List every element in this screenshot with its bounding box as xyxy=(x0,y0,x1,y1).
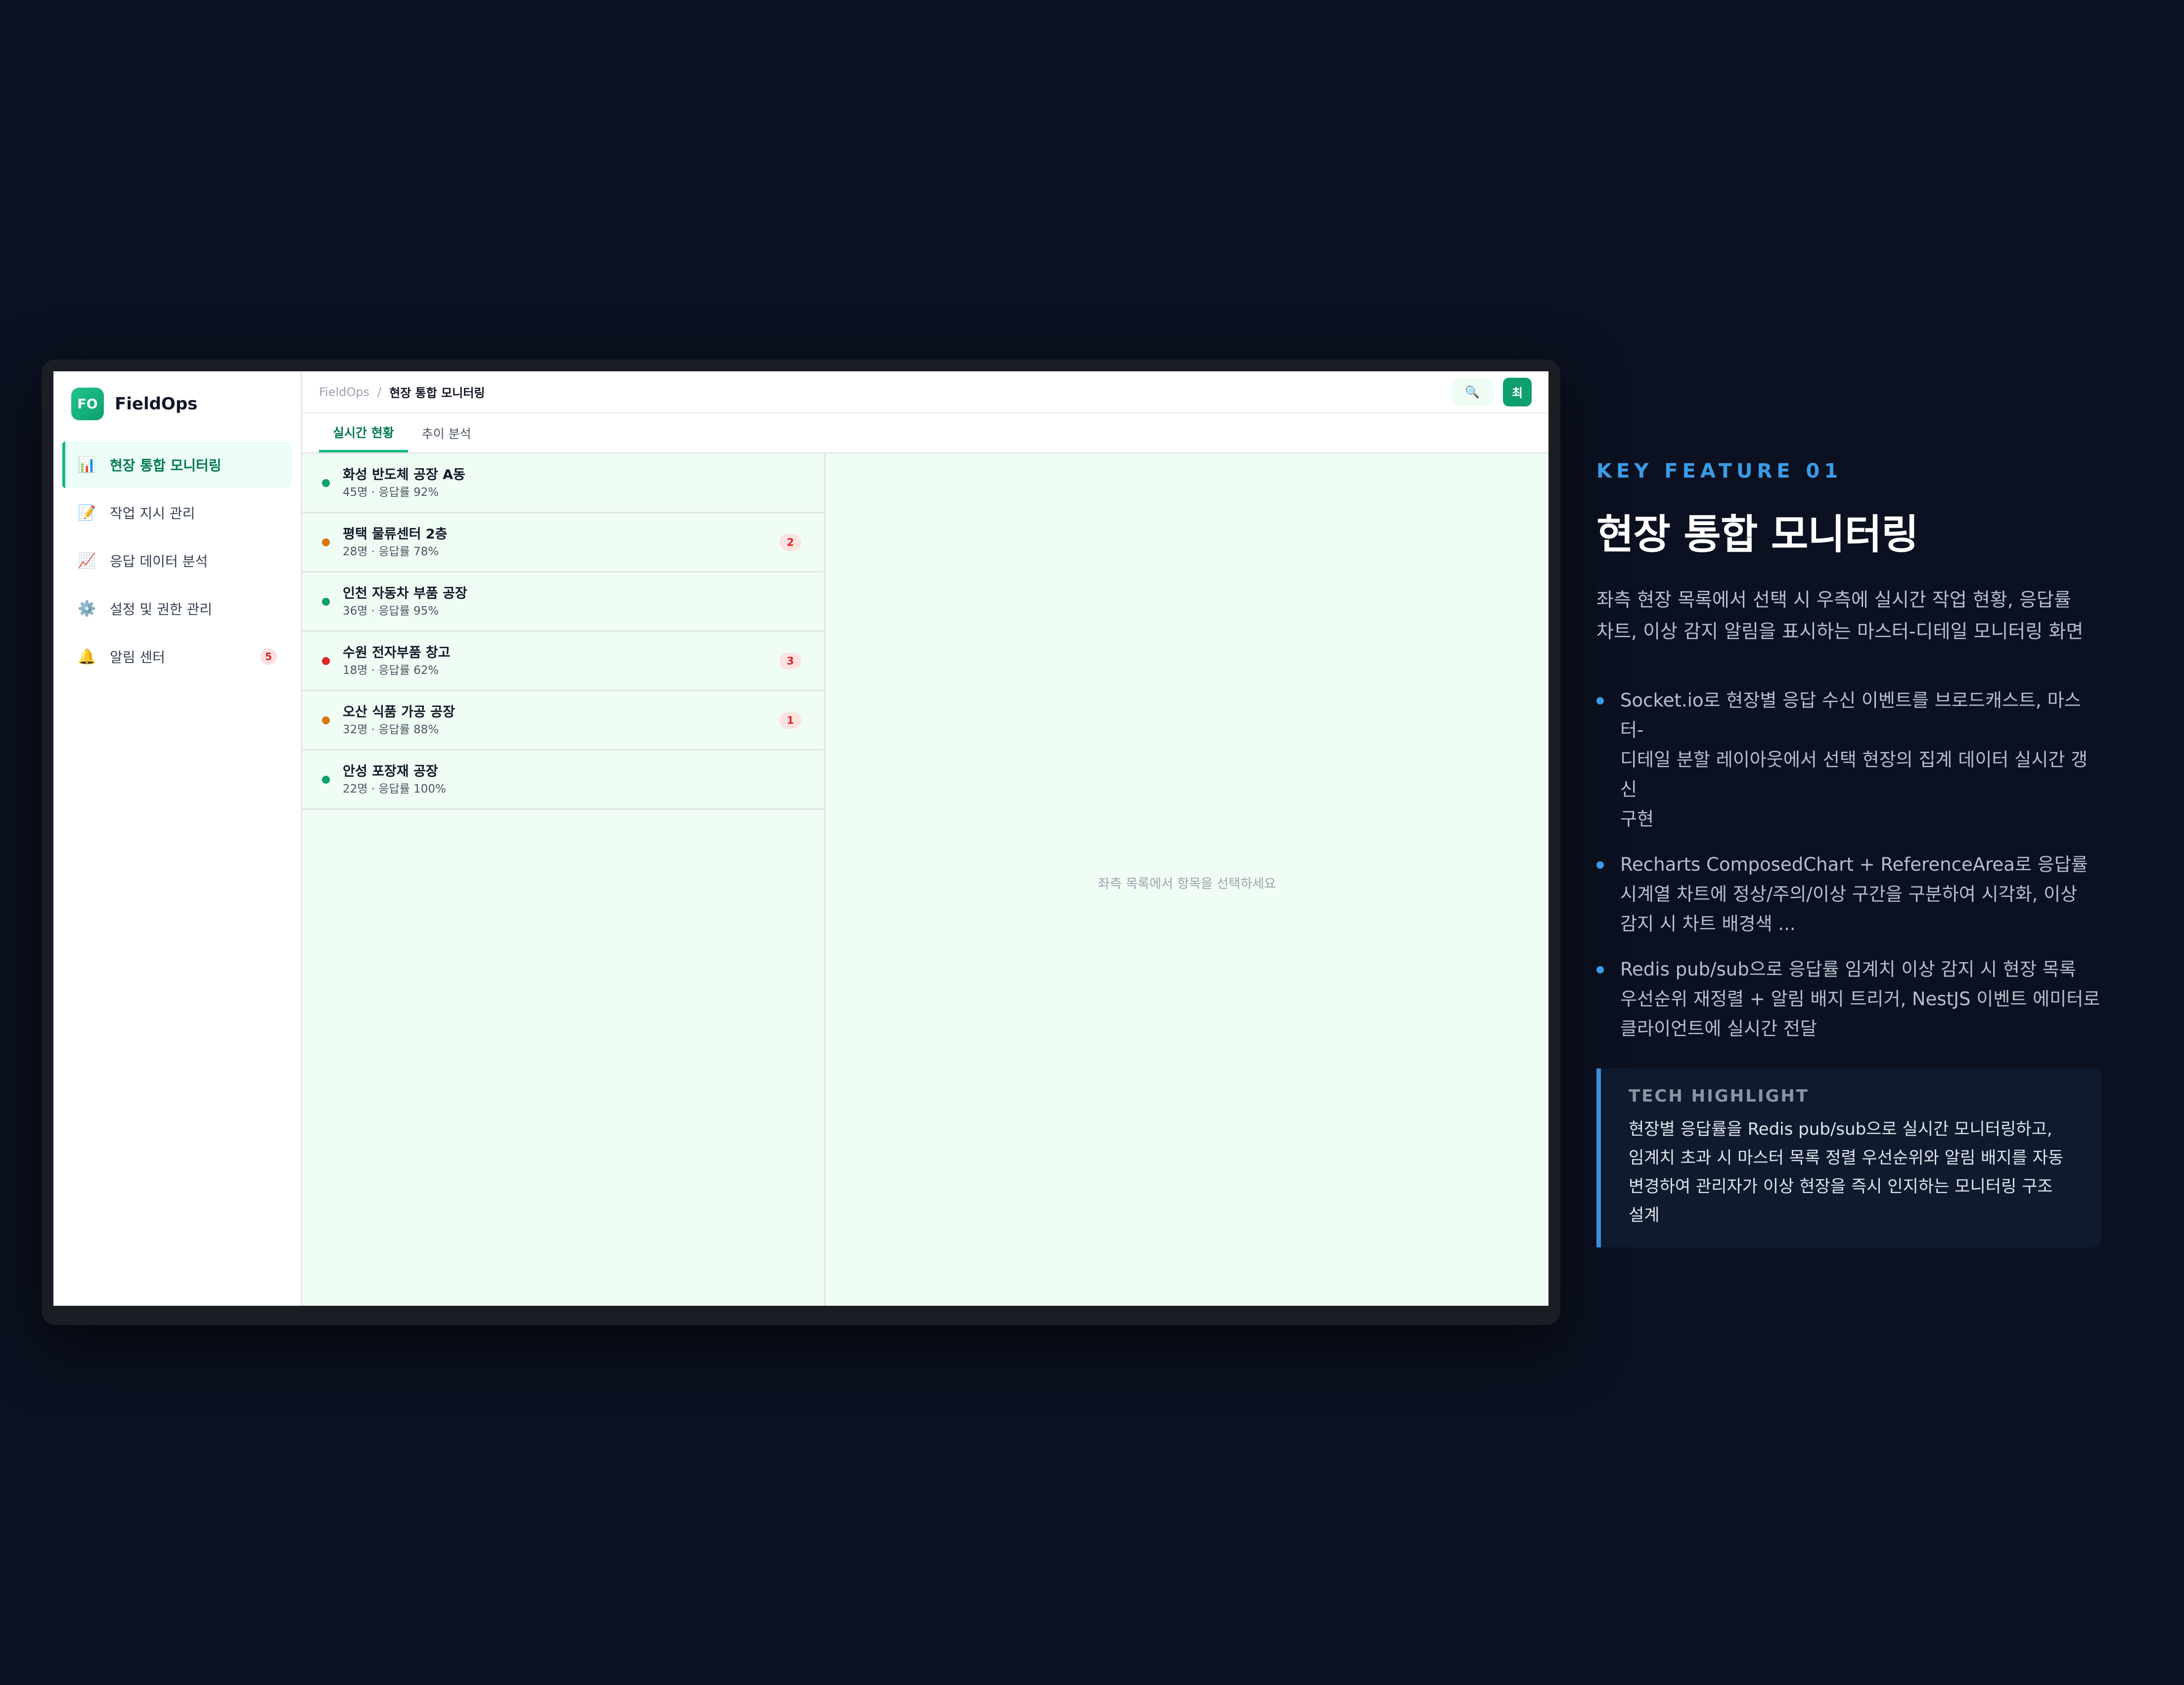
site-list-item[interactable]: 인천 자동차 부품 공장 36명 · 응답률 95% xyxy=(302,573,824,632)
memo-icon: 📝 xyxy=(78,504,96,522)
breadcrumb-separator: / xyxy=(377,385,382,399)
sidebar-item-work-orders[interactable]: 📝 작업 지시 관리 xyxy=(62,489,292,536)
sidebar-item-settings[interactable]: ⚙️ 설정 및 권한 관리 xyxy=(62,585,292,632)
master-detail: 화성 반도체 공장 A동 45명 · 응답률 92% 평택 물류센터 2층 28명 ·… xyxy=(302,454,1548,1306)
site-name: 인천 자동차 부품 공장 xyxy=(343,585,467,601)
site-text: 오산 식품 가공 공장 32명 · 응답률 88% xyxy=(343,703,779,738)
sidebar-item-analytics[interactable]: 📈 응답 데이터 분석 xyxy=(62,537,292,584)
feature-description: KEY FEATURE 01 현장 통합 모니터링 좌측 현장 목록에서 선택 … xyxy=(1596,460,2101,1247)
tab-realtime[interactable]: 실시간 현황 xyxy=(319,414,408,452)
topbar: FieldOps / 현장 통합 모니터링 🔍 최 xyxy=(302,371,1548,414)
site-name: 오산 식품 가공 공장 xyxy=(343,704,455,720)
site-meta: 18명 · 응답률 62% xyxy=(343,664,439,677)
gear-icon: ⚙️ xyxy=(78,600,96,618)
bullet-line: Recharts ComposedChart + ReferenceArea로 … xyxy=(1620,854,2088,875)
device-frame: FO FieldOps 📊 현장 통합 모니터링 📝 작업 지시 관리 📈 응답… xyxy=(42,359,1560,1325)
avatar[interactable]: 최 xyxy=(1503,377,1532,406)
site-list-item[interactable]: 화성 반도체 공장 A동 45명 · 응답률 92% xyxy=(302,454,824,513)
sidebar-item-label: 작업 지시 관리 xyxy=(110,505,195,522)
site-text: 수원 전자부품 창고 18명 · 응답률 62% xyxy=(343,644,779,678)
status-dot xyxy=(322,657,330,665)
bullet-line: 우선순위 재정렬 + 알림 배지 트리거, NestJS 이벤트 에미터로 xyxy=(1620,988,2100,1010)
bullet-line: Socket.io로 현장별 응답 수신 이벤트를 브로드캐스트, 마스터- xyxy=(1620,690,2081,741)
alert-count-badge: 3 xyxy=(779,652,801,669)
alert-count-badge: 2 xyxy=(779,533,801,551)
site-meta: 28명 · 응답률 78% xyxy=(343,545,439,558)
tab-bar: 실시간 현황 추이 분석 xyxy=(302,414,1548,454)
breadcrumb-current: 현장 통합 모니터링 xyxy=(389,386,485,400)
site-name: 안성 포장재 공장 xyxy=(343,763,438,779)
empty-state-message: 좌측 목록에서 항목을 선택하세요 xyxy=(1098,877,1276,891)
alert-count-badge: 1 xyxy=(779,711,801,729)
site-list: 화성 반도체 공장 A동 45명 · 응답률 92% 평택 물류센터 2층 28명 ·… xyxy=(302,454,825,1306)
highlight-line: 임계치 초과 시 마스터 목록 정렬 우선순위와 알림 배지를 자동 xyxy=(1629,1148,2064,1168)
bullet-line: Redis pub/sub으로 응답률 임계치 이상 감지 시 현장 목록 xyxy=(1620,959,2076,980)
bell-icon: 🔔 xyxy=(78,648,96,665)
highlight-line: 변경하여 관리자가 이상 현장을 즉시 인지하는 모니터링 구조 xyxy=(1629,1177,2053,1197)
brand[interactable]: FO FieldOps xyxy=(62,371,292,437)
sidebar-item-notifications[interactable]: 🔔 알림 센터 5 xyxy=(62,633,292,680)
bullet-line: 시계열 차트에 정상/주의/이상 구간을 구분하여 시각화, 이상 xyxy=(1620,884,2078,905)
tab-trend[interactable]: 추이 분석 xyxy=(408,414,485,452)
site-text: 인천 자동차 부품 공장 36명 · 응답률 95% xyxy=(343,584,801,619)
highlight-line: 현장별 응답률을 Redis pub/sub으로 실시간 모니터링하고, xyxy=(1629,1119,2052,1139)
site-meta: 32명 · 응답률 88% xyxy=(343,723,439,736)
trend-chart-icon: 📈 xyxy=(78,552,96,570)
status-dot xyxy=(322,716,330,724)
feature-title: 현장 통합 모니터링 xyxy=(1596,511,1919,558)
feature-description-text: 좌측 현장 목록에서 선택 시 우측에 실시간 작업 현황, 응답률 차트, 이… xyxy=(1596,584,2101,647)
status-dot xyxy=(322,775,330,784)
site-list-item[interactable]: 평택 물류센터 2층 28명 · 응답률 78% 2 xyxy=(302,513,824,573)
site-name: 화성 반도체 공장 A동 xyxy=(343,467,465,483)
sidebar-item-label: 설정 및 권한 관리 xyxy=(110,601,213,618)
site-text: 평택 물류센터 2층 28명 · 응답률 78% xyxy=(343,525,779,560)
bullet-line: 감지 시 차트 배경색 ... xyxy=(1620,913,1796,934)
feature-bullet: Redis pub/sub으로 응답률 임계치 이상 감지 시 현장 목록우선순… xyxy=(1596,955,2101,1044)
site-list-item[interactable]: 안성 포장재 공장 22명 · 응답률 100% xyxy=(302,751,824,810)
sidebar-item-label: 응답 데이터 분석 xyxy=(110,553,208,570)
site-meta: 22명 · 응답률 100% xyxy=(343,782,446,796)
description-line: 차트, 이상 감지 알림을 표시하는 마스터-디테일 모니터링 화면 xyxy=(1596,621,2084,642)
search-icon: 🔍 xyxy=(1465,385,1480,399)
site-name: 수원 전자부품 창고 xyxy=(343,645,451,661)
sidebar-nav: 📊 현장 통합 모니터링 📝 작업 지시 관리 📈 응답 데이터 분석 ⚙️ 설… xyxy=(62,442,292,680)
bullet-line: 디테일 분할 레이아웃에서 선택 현장의 집계 데이터 실시간 갱신 xyxy=(1620,749,2088,800)
sidebar: FO FieldOps 📊 현장 통합 모니터링 📝 작업 지시 관리 📈 응답… xyxy=(53,371,302,1306)
tech-highlight-box: TECH HIGHLIGHT 현장별 응답률을 Redis pub/sub으로 … xyxy=(1596,1068,2101,1247)
feature-bullets: Socket.io로 현장별 응답 수신 이벤트를 브로드캐스트, 마스터- 디테… xyxy=(1596,686,2101,1044)
site-text: 화성 반도체 공장 A동 45명 · 응답률 92% xyxy=(343,466,801,500)
bar-chart-icon: 📊 xyxy=(78,456,96,474)
site-list-item[interactable]: 오산 식품 가공 공장 32명 · 응답률 88% 1 xyxy=(302,691,824,751)
highlight-line: 설계 xyxy=(1629,1205,1660,1225)
brand-name: FieldOps xyxy=(115,394,198,414)
main-area: FieldOps / 현장 통합 모니터링 🔍 최 실시간 현황 추이 분석 화… xyxy=(302,371,1548,1306)
logo-badge: FO xyxy=(71,388,104,420)
notification-count-badge: 5 xyxy=(260,648,277,665)
feature-bullet: Recharts ComposedChart + ReferenceArea로 … xyxy=(1596,850,2101,939)
sidebar-item-label: 알림 센터 xyxy=(110,649,165,665)
site-name: 평택 물류센터 2층 xyxy=(343,526,448,542)
tech-highlight-body: 현장별 응답률을 Redis pub/sub으로 실시간 모니터링하고, 임계치… xyxy=(1629,1115,2073,1230)
site-list-item[interactable]: 수원 전자부품 창고 18명 · 응답률 62% 3 xyxy=(302,632,824,691)
bullet-line: 클라이언트에 실시간 전달 xyxy=(1620,1018,1817,1039)
detail-panel: 좌측 목록에서 항목을 선택하세요 xyxy=(825,454,1548,1306)
status-dot xyxy=(322,597,330,606)
site-text: 안성 포장재 공장 22명 · 응답률 100% xyxy=(343,762,801,797)
description-line: 좌측 현장 목록에서 선택 시 우측에 실시간 작업 현황, 응답률 xyxy=(1596,589,2071,611)
status-dot xyxy=(322,479,330,487)
feature-bullet: Socket.io로 현장별 응답 수신 이벤트를 브로드캐스트, 마스터- 디테… xyxy=(1596,686,2101,834)
bullet-line: 구현 xyxy=(1620,808,1654,830)
sidebar-item-monitoring[interactable]: 📊 현장 통합 모니터링 xyxy=(62,442,292,488)
app-screen: FO FieldOps 📊 현장 통합 모니터링 📝 작업 지시 관리 📈 응답… xyxy=(53,371,1548,1306)
search-button[interactable]: 🔍 xyxy=(1452,377,1493,406)
feature-kicker: KEY FEATURE 01 xyxy=(1596,460,1843,483)
status-dot xyxy=(322,538,330,546)
breadcrumb-root[interactable]: FieldOps xyxy=(319,385,369,399)
tech-highlight-title: TECH HIGHLIGHT xyxy=(1629,1086,1809,1106)
site-meta: 36명 · 응답률 95% xyxy=(343,604,439,618)
site-meta: 45명 · 응답률 92% xyxy=(343,486,439,499)
sidebar-item-label: 현장 통합 모니터링 xyxy=(110,457,222,474)
